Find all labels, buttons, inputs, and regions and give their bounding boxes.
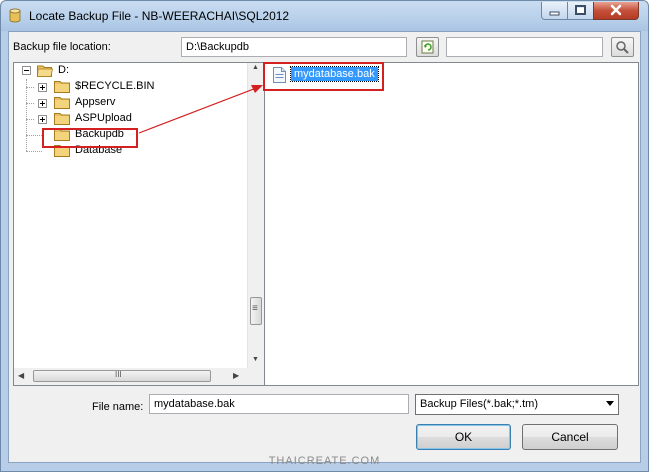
annotation-arrow	[138, 85, 263, 134]
watermark: THAICREATE.COM	[268, 455, 381, 467]
dialog-window: Locate Backup File - NB-WEERACHAI\SQL201…	[0, 0, 649, 472]
